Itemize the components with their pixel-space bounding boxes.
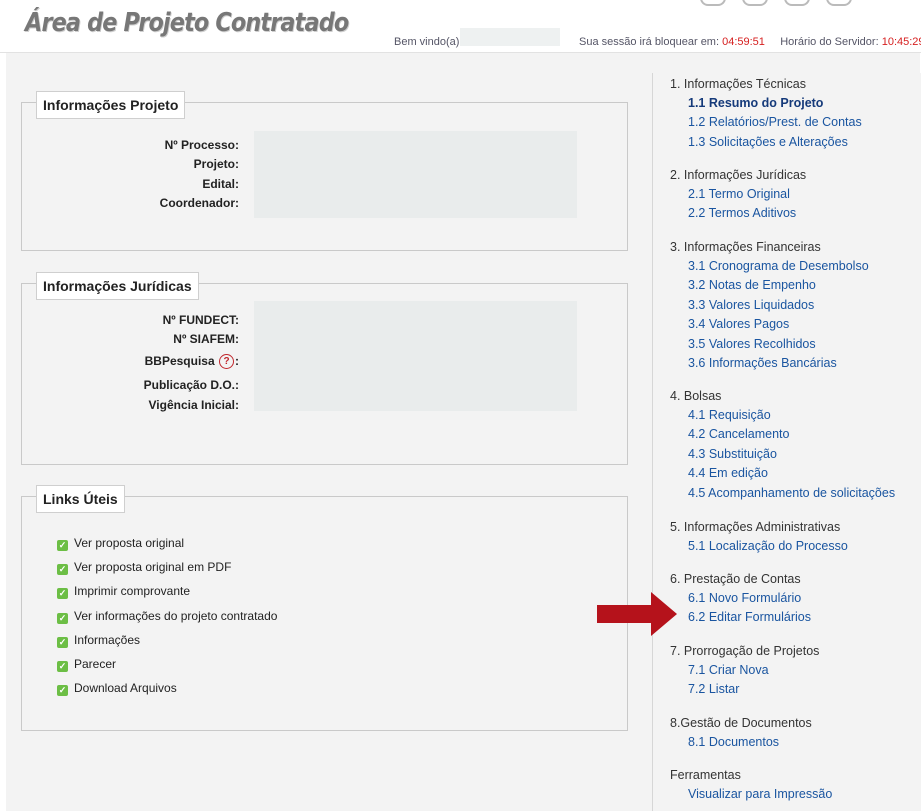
link-label[interactable]: Informações (74, 633, 140, 647)
juridicas-legend: Informações Jurídicas (36, 272, 199, 300)
toolbar-icon[interactable] (700, 0, 726, 6)
app-title: Área de Projeto Contratado (25, 8, 349, 38)
edital-label: Edital: (202, 177, 239, 191)
menu-section-prorrogacao: 7. Prorrogação de Projetos 7.1 Criar Nov… (670, 644, 819, 700)
check-icon: ✓ (57, 685, 68, 696)
juridicas-panel: Informações Jurídicas Nº FUNDECT: Nº SIA… (21, 272, 628, 465)
menu-section-title: Ferramentas (670, 768, 741, 782)
menu-item-visualizar-impressao[interactable]: Visualizar para Impressão (670, 785, 832, 804)
menu-item-em-edicao[interactable]: 4.4 Em edição (670, 464, 895, 483)
menu-item-termo-original[interactable]: 2.1 Termo Original (670, 185, 806, 204)
toolbar-icon[interactable] (742, 0, 768, 6)
check-icon: ✓ (57, 661, 68, 672)
menu-section-title: 3. Informações Financeiras (670, 240, 821, 254)
menu-item-valores-liquidados[interactable]: 3.3 Valores Liquidados (670, 296, 869, 315)
red-arrow-icon (597, 592, 677, 636)
menu-item-novo-formulario[interactable]: 6.1 Novo Formulário (670, 589, 811, 608)
menu-section-ferramentas: Ferramentas Visualizar para Impressão (670, 768, 832, 804)
link-label[interactable]: Ver proposta original em PDF (74, 560, 231, 574)
menu-item-requisicao[interactable]: 4.1 Requisição (670, 406, 895, 425)
menu-item-listar[interactable]: 7.2 Listar (670, 680, 819, 699)
coordenador-label: Coordenador: (159, 196, 239, 210)
menu-section-title: 4. Bolsas (670, 389, 722, 403)
menu-section-documentos: 8.Gestão de Documentos 8.1 Documentos (670, 716, 812, 752)
menu-item-localizacao[interactable]: 5.1 Localização do Processo (670, 537, 848, 556)
check-icon: ✓ (57, 588, 68, 599)
menu-section-administrativas: 5. Informações Administrativas 5.1 Local… (670, 520, 848, 556)
menu-section-title: 7. Prorrogação de Projetos (670, 644, 820, 658)
link-label[interactable]: Imprimir comprovante (74, 584, 190, 598)
link-ver-proposta[interactable]: ✓ Ver proposta original (57, 536, 184, 551)
projeto-values (254, 131, 577, 218)
menu-item-informacoes-bancarias[interactable]: 3.6 Informações Bancárias (670, 354, 869, 373)
page-header: Área de Projeto Contratado Bem vindo(a) … (0, 0, 921, 53)
toolbar-icon[interactable] (784, 0, 810, 6)
link-label[interactable]: Parecer (74, 657, 116, 671)
check-icon: ✓ (57, 637, 68, 648)
menu-section-title: 2. Informações Jurídicas (670, 168, 807, 182)
bbpesquisa-text: BBPesquisa (144, 354, 215, 368)
menu-item-solicitacoes[interactable]: 1.3 Solicitações e Alterações (670, 133, 862, 152)
bbpesquisa-label: BBPesquisa ?: (145, 354, 239, 369)
projeto-label: Projeto: (193, 157, 239, 171)
menu-item-termos-aditivos[interactable]: 2.2 Termos Aditivos (670, 204, 806, 223)
server-time-label: Horário do Servidor: (780, 36, 879, 48)
check-icon: ✓ (57, 540, 68, 551)
publicacao-label: Publicação D.O.: (143, 378, 239, 392)
menu-item-documentos[interactable]: 8.1 Documentos (670, 733, 812, 752)
menu-section-title: 5. Informações Administrativas (670, 520, 841, 534)
link-parecer[interactable]: ✓ Parecer (57, 657, 116, 672)
link-download-arquivos[interactable]: ✓ Download Arquivos (57, 681, 177, 696)
menu-item-acompanhamento[interactable]: 4.5 Acompanhamento de solicitações (670, 484, 895, 503)
link-proposta-pdf[interactable]: ✓ Ver proposta original em PDF (57, 560, 231, 575)
menu-section-tecnicas: 1. Informações Técnicas 1.1 Resumo do Pr… (670, 77, 862, 152)
session-label: Sua sessão irá bloquear em: (579, 36, 720, 48)
menu-item-notas-empenho[interactable]: 3.2 Notas de Empenho (670, 276, 869, 295)
menu-item-cronograma[interactable]: 3.1 Cronograma de Desembolso (670, 257, 869, 276)
check-icon: ✓ (57, 613, 68, 624)
menu-section-title: 6. Prestação de Contas (670, 572, 801, 586)
menu-item-valores-pagos[interactable]: 3.4 Valores Pagos (670, 315, 869, 334)
user-name-box (460, 28, 560, 46)
links-legend: Links Úteis (36, 485, 125, 513)
menu-item-cancelamento[interactable]: 4.2 Cancelamento (670, 425, 895, 444)
link-label[interactable]: Ver informações do projeto contratado (74, 609, 277, 623)
help-circle-icon[interactable]: ? (219, 354, 234, 369)
menu-item-criar-nova[interactable]: 7.1 Criar Nova (670, 661, 819, 680)
siafem-label: Nº SIAFEM: (173, 332, 239, 346)
toolbar-icons[interactable] (700, 0, 868, 6)
welcome-label: Bem vindo(a) (394, 36, 460, 48)
menu-item-resumo-projeto[interactable]: 1.1 Resumo do Projeto (670, 94, 862, 113)
link-info-projeto[interactable]: ✓ Ver informações do projeto contratado (57, 609, 277, 624)
menu-section-title: 1. Informações Técnicas (670, 77, 806, 91)
vigencia-label: Vigência Inicial: (148, 398, 239, 412)
links-panel: Links Úteis ✓ Ver proposta original ✓ Ver … (21, 485, 628, 731)
processo-label: Nº Processo: (164, 138, 239, 152)
projeto-panel: Informações Projeto Nº Processo: Projeto… (21, 91, 628, 251)
menu-item-substituicao[interactable]: 4.3 Substituição (670, 445, 895, 464)
menu-item-editar-formularios[interactable]: 6.2 Editar Formulários (670, 608, 811, 627)
check-icon: ✓ (57, 564, 68, 575)
menu-section-financeiras: 3. Informações Financeiras 3.1 Cronogram… (670, 240, 869, 373)
link-imprimir-comprovante[interactable]: ✓ Imprimir comprovante (57, 584, 190, 599)
link-informacoes[interactable]: ✓ Informações (57, 633, 140, 648)
session-info: Sua sessão irá bloquear em: 04:59:51 Hor… (579, 36, 921, 48)
server-time: 10:45:29 (881, 36, 921, 48)
link-label[interactable]: Ver proposta original (74, 536, 184, 550)
juridicas-values (254, 301, 577, 411)
menu-section-title: 8.Gestão de Documentos (670, 716, 812, 730)
projeto-legend: Informações Projeto (36, 91, 186, 119)
link-label[interactable]: Download Arquivos (74, 681, 177, 695)
menu-section-juridicas: 2. Informações Jurídicas 2.1 Termo Origi… (670, 168, 806, 224)
menu-section-prestacao: 6. Prestação de Contas 6.1 Novo Formulár… (670, 572, 811, 628)
menu-item-relatorios[interactable]: 1.2 Relatórios/Prest. de Contas (670, 113, 862, 132)
menu-item-valores-recolhidos[interactable]: 3.5 Valores Recolhidos (670, 335, 869, 354)
fundect-label: Nº FUNDECT: (162, 313, 239, 327)
menu-section-bolsas: 4. Bolsas 4.1 Requisição 4.2 Cancelament… (670, 389, 895, 503)
bbpesquisa-colon: : (235, 354, 239, 368)
toolbar-icon[interactable] (826, 0, 852, 6)
session-countdown: 04:59:51 (722, 36, 765, 48)
